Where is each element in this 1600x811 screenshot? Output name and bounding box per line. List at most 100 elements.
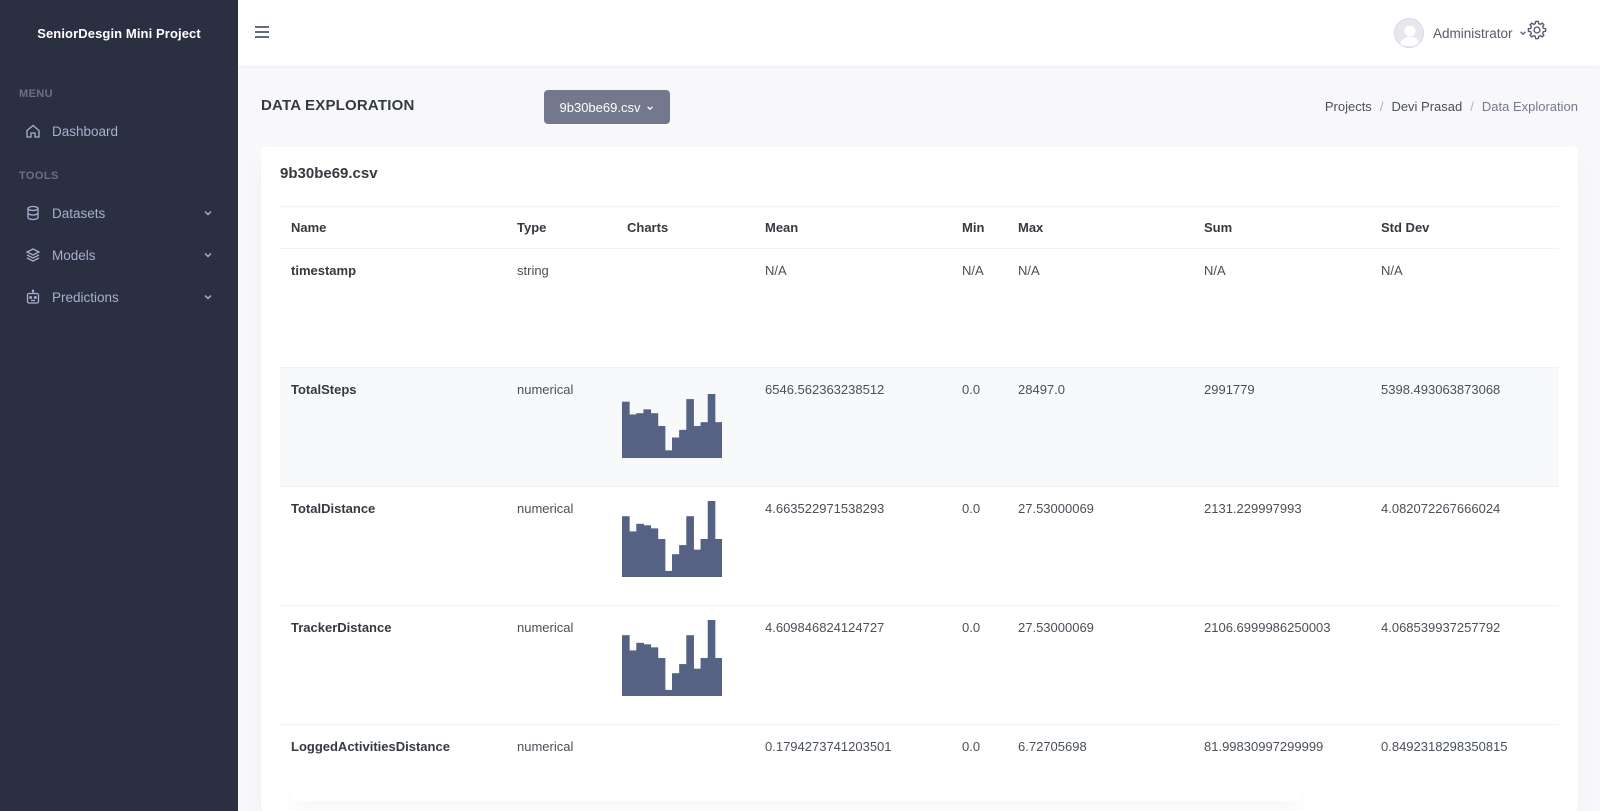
sidebar-item-models[interactable]: Models [0,234,238,276]
cell-min: 0.0 [951,486,1007,606]
histogram-bar [714,539,722,577]
cell-name: TotalSteps [280,367,506,487]
histogram-chart [622,501,722,577]
breadcrumb-projects[interactable]: Projects [1325,99,1372,114]
cell-max: 27.53000069 [1007,605,1193,725]
breadcrumb-separator: / [1379,99,1384,114]
histogram-bar [643,525,652,577]
cell-std: 0.8492318298350815 [1370,724,1559,811]
table-header-row: Name Type Charts Mean Min Max Sum Std De… [280,206,1559,249]
file-select-dropdown[interactable]: 9b30be69.csv [544,90,670,124]
bot-icon [24,288,42,306]
cell-mean: N/A [754,248,951,368]
cell-min: 0.0 [951,605,1007,725]
histogram-bar [622,635,630,696]
col-header-std: Std Dev [1370,206,1559,249]
histogram-bar [693,426,702,458]
topbar: Administrator [238,0,1600,66]
histogram-bar [657,426,666,458]
user-name: Administrator [1433,25,1513,41]
cell-chart [616,367,754,487]
table-row: TrackerDistance numerical 4.609846824124… [280,605,1559,725]
data-exploration-card: 9b30be69.csv Name Type Charts Mean Min M… [261,147,1578,811]
col-header-sum: Sum [1193,206,1370,249]
histogram-bar [643,644,652,696]
cell-sum: N/A [1193,248,1370,368]
cell-mean: 6546.562363238512 [754,367,951,487]
histogram-bar [700,422,709,458]
sidebar-item-datasets[interactable]: Datasets [0,192,238,234]
histogram-bar [650,528,659,577]
histogram-bar [686,635,694,696]
histogram-bar [693,549,702,577]
sidebar: SeniorDesgin Mini Project MENU Dashboard… [0,0,238,811]
sidebar-item-label: Datasets [52,205,106,221]
histogram-bar [657,658,666,696]
histogram-bar [643,409,652,458]
col-header-charts: Charts [616,206,754,249]
table-row: TotalDistance numerical 4.66352297153829… [280,486,1559,606]
histogram-bar [629,414,637,458]
histogram-bar [650,413,659,458]
table-row: TotalSteps numerical 6546.562363238512 0… [280,367,1559,487]
page-title: DATA EXPLORATION [261,97,415,114]
col-header-name: Name [280,206,506,249]
tools-section-title: TOOLS [19,170,59,182]
scroll-shadow [291,791,1301,801]
histogram-chart [622,620,722,696]
avatar [1394,18,1424,48]
histogram-bar [672,554,680,577]
histogram-bar [636,642,644,696]
menu-section-title: MENU [19,88,53,100]
histogram-bar [679,545,687,577]
histogram-chart [622,394,722,458]
histogram-bar [664,570,673,577]
breadcrumb-current: Data Exploration [1481,99,1578,114]
menu-toggle-icon[interactable] [254,23,274,41]
chevron-down-icon [202,249,214,261]
breadcrumb-separator: / [1470,99,1474,114]
col-header-min: Min [951,206,1007,249]
histogram-bar [714,422,722,458]
histogram-bar [664,450,673,458]
cell-mean: 4.609846824124727 [754,605,951,725]
histogram-bar [707,501,716,577]
cell-max: 27.53000069 [1007,486,1193,606]
sidebar-item-dashboard[interactable]: Dashboard [0,110,238,152]
cell-chart [616,248,754,368]
histogram-bar [664,689,673,696]
chevron-down-icon [202,207,214,219]
card-title: 9b30be69.csv [280,165,378,182]
cell-chart [616,605,754,725]
col-header-mean: Mean [754,206,951,249]
histogram-bar [672,437,680,458]
cell-name: TotalDistance [280,486,506,606]
histogram-bar [629,650,637,696]
cell-type: numerical [506,486,616,606]
database-icon [24,204,42,222]
user-dropdown[interactable]: Administrator [1394,17,1527,49]
cell-name: TrackerDistance [280,605,506,725]
brand-title[interactable]: SeniorDesgin Mini Project [0,0,238,66]
cell-mean: 4.663522971538293 [754,486,951,606]
cell-sum: 2106.6999986250003 [1193,605,1370,725]
file-select-label: 9b30be69.csv [559,99,641,115]
cell-std: 4.082072267666024 [1370,486,1559,606]
histogram-bar [700,658,709,696]
cell-min: 0.0 [951,367,1007,487]
histogram-bar [679,429,687,458]
histogram-bar [672,673,680,696]
gear-icon[interactable] [1526,19,1550,43]
sidebar-item-predictions[interactable]: Predictions [0,276,238,318]
breadcrumb: Projects / Devi Prasad / Data Exploratio… [1325,99,1578,114]
col-header-max: Max [1007,206,1193,249]
breadcrumb-devi-prasad[interactable]: Devi Prasad [1391,99,1462,114]
chevron-down-icon [646,100,654,115]
cell-max: 28497.0 [1007,367,1193,487]
cell-sum: 2991779 [1193,367,1370,487]
histogram-bar [636,413,644,458]
histogram-bar [686,516,694,577]
cell-std: 4.068539937257792 [1370,605,1559,725]
cell-min: N/A [951,248,1007,368]
histogram-bar [636,523,644,577]
